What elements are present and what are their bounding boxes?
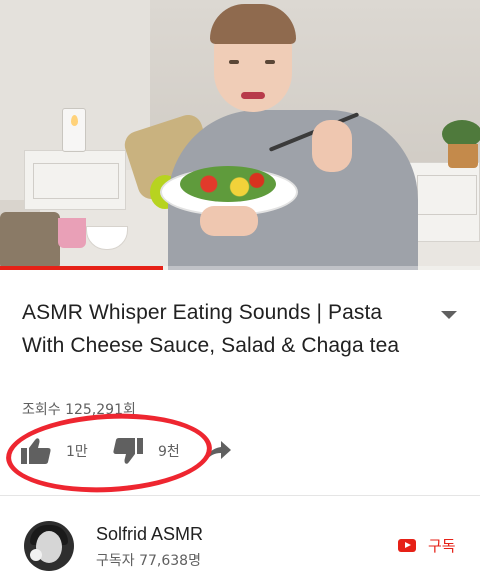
video-plant-pot: [448, 144, 478, 168]
video-salad: [180, 166, 276, 202]
subscriber-count: 구독자 77,638명: [96, 553, 201, 569]
video-hand-right: [312, 120, 352, 172]
video-nightstand-right: [408, 162, 480, 242]
video-player[interactable]: [0, 0, 480, 270]
divider: [0, 495, 480, 496]
share-button[interactable]: [204, 432, 232, 470]
dislike-button[interactable]: 9천: [112, 432, 180, 470]
share-icon: [204, 439, 232, 463]
video-blanket: [0, 212, 60, 270]
dislike-count: 9천: [158, 444, 180, 460]
subscribe-label: 구독: [428, 536, 456, 555]
like-button[interactable]: 1만: [20, 432, 88, 470]
video-candle: [62, 108, 86, 152]
video-eye-right: [265, 60, 275, 64]
video-lips: [241, 92, 265, 99]
youtube-icon: [398, 538, 416, 552]
view-count: 조회수 125,291회: [22, 402, 136, 418]
chevron-down-icon[interactable]: [440, 306, 458, 319]
video-eye-left: [229, 60, 239, 64]
action-bar: 1만 9천: [20, 432, 250, 470]
video-title: ASMR Whisper Eating Sounds | Pasta With …: [22, 301, 400, 357]
channel-name[interactable]: Solfrid ASMR: [96, 524, 203, 545]
avatar[interactable]: [24, 521, 74, 571]
video-progress-fill: [0, 266, 164, 270]
like-count: 1만: [66, 444, 88, 460]
subscribe-button[interactable]: 구독: [398, 534, 456, 556]
video-nightstand-left: [24, 150, 126, 210]
video-mug: [58, 218, 86, 248]
video-hand-left: [200, 206, 258, 236]
thumbs-down-icon: [112, 437, 144, 465]
video-progress-bar[interactable]: [0, 266, 480, 270]
thumbs-up-icon: [20, 437, 52, 465]
